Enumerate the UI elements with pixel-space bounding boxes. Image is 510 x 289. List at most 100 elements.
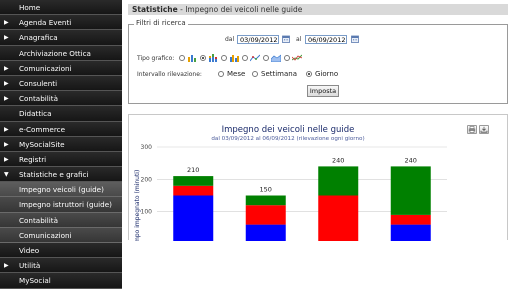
sidebar-item-label: Contabilità [19, 215, 58, 225]
y-axis-label: Tempo impegnato (minuti) [134, 170, 141, 241]
sidebar-item[interactable]: Impegno veicoli (guide) [0, 182, 122, 198]
sidebar-item-label: Agenda Eventi [19, 18, 72, 28]
chart-type-radio-6[interactable] [284, 55, 290, 61]
sidebar-item[interactable]: ▶ Contabilità [0, 91, 122, 107]
y-tick-label: 200 [141, 176, 153, 183]
chevron-right-icon: ▶ [4, 79, 9, 87]
chart-type-radio-5[interactable] [263, 55, 269, 61]
page-title: Impegno dei veicoli nelle guide [185, 5, 303, 14]
sidebar-nav: Home ▶ Agenda Eventi ▶ Anagrafica Archiviazio… [0, 0, 122, 289]
bar-total-label: 240 [332, 156, 344, 164]
chevron-right-icon: ▶ [4, 262, 9, 270]
chart-type-radio-4[interactable] [242, 55, 248, 61]
bar-total-label: 240 [405, 156, 417, 164]
interval-option-mese: Mese [227, 70, 246, 78]
sidebar-item[interactable]: Impegno istruttori (guide) [0, 197, 122, 213]
interval-option-giorno: Giorno [315, 70, 339, 78]
stacked-bar-chart-icon [209, 54, 217, 62]
bar-segment [173, 185, 214, 196]
scatter-chart-icon [250, 54, 260, 62]
bar-segment [390, 214, 431, 225]
interval-option-settimana: Settimana [261, 70, 298, 78]
sidebar-item-label: Registri [19, 154, 47, 164]
sidebar-item[interactable]: ▶ Comunicazioni [0, 60, 122, 76]
sidebar-item[interactable]: ▶ Anagrafica [0, 30, 122, 46]
sidebar-item[interactable]: Comunicazioni [0, 227, 122, 243]
sidebar-item[interactable]: ▶ Registri [0, 151, 122, 168]
date-to-label: al [296, 36, 302, 43]
bar-segment [245, 224, 286, 241]
imposta-button[interactable]: Imposta [307, 85, 339, 97]
main-content: Statistiche - Impegno dei veicoli nelle … [125, 0, 510, 241]
bar-segment [390, 224, 431, 241]
date-from-label: dal [225, 36, 235, 43]
sidebar-item[interactable]: ▶ Agenda Eventi [0, 15, 122, 31]
sidebar-item-label: Statistiche e grafici [19, 170, 89, 180]
bar-total-label: 210 [187, 166, 199, 174]
sidebar-item[interactable]: Video [0, 243, 122, 259]
interval-radio-giorno[interactable] [306, 71, 312, 77]
sidebar-item-label: Utilità [19, 261, 41, 271]
bar-segment [318, 166, 359, 196]
chevron-right-icon: ▶ [4, 64, 9, 72]
date-to-input[interactable]: 06/09/2012 [305, 35, 347, 44]
chevron-right-icon: ▶ [4, 155, 9, 163]
sidebar-item-label: MySocialSite [19, 139, 65, 149]
interval-radio-settimana[interactable] [252, 71, 258, 77]
sidebar-item-label: Video [19, 246, 40, 255]
sidebar-item-label: Home [19, 3, 41, 12]
sidebar-item[interactable]: ▶ e-Commerce [0, 121, 122, 137]
chevron-right-icon: ▶ [4, 140, 9, 148]
sidebar-item-label: Impegno veicoli (guide) [19, 185, 104, 195]
chart-type-radio-1[interactable] [179, 55, 185, 61]
bar-segment [390, 166, 431, 215]
bar-chart-icon [188, 55, 196, 62]
date-from-input[interactable]: 03/09/2012 [237, 35, 279, 44]
chevron-right-icon: ▶ [4, 125, 9, 133]
sidebar-item-label: MySocial [19, 276, 51, 286]
sidebar-item-label: Consulenti [19, 78, 58, 88]
chevron-right-icon: ▶ [4, 19, 9, 27]
chevron-down-icon: ▼ [4, 171, 9, 179]
bar-segment [245, 195, 286, 206]
sidebar-item[interactable]: MySocial [0, 273, 122, 289]
y-tick-label: 300 [141, 144, 153, 151]
bar-segment [173, 176, 214, 186]
interval-label: Intervallo rilevazione: [137, 71, 202, 78]
sidebar-item[interactable]: ▶ Utilità [0, 258, 122, 274]
calendar-to-icon[interactable] [351, 35, 359, 43]
bar-total-label: 150 [260, 186, 272, 194]
search-filters-box: Filtri di ricerca dal 03/09/2012 al 06/0… [128, 19, 508, 104]
interval-radio-mese[interactable] [218, 71, 224, 77]
sidebar-item-label: Anagrafica [19, 33, 58, 43]
bar-segment [318, 195, 359, 241]
sidebar-item-label: Archiviazione Ottica [19, 48, 91, 58]
y-tick-label: 100 [141, 209, 153, 216]
chart-type-radio-3[interactable] [221, 55, 227, 61]
sidebar-item-label: Comunicazioni [19, 230, 72, 240]
page-section: Statistiche [132, 5, 178, 14]
bar-segment [245, 205, 286, 225]
sidebar-item[interactable]: ▶ Consulenti [0, 75, 122, 92]
chevron-right-icon: ▶ [4, 95, 9, 103]
page-title-bar: Statistiche - Impegno dei veicoli nelle … [128, 4, 508, 15]
chart-type-radio-2[interactable] [200, 55, 206, 61]
sidebar-item-label: Comunicazioni [19, 63, 72, 73]
grouped-bar-chart-icon [230, 55, 239, 62]
calendar-from-icon[interactable] [282, 35, 290, 43]
sidebar-item[interactable]: Home [0, 0, 122, 16]
sidebar-item-label: Impegno istruttori (guide) [19, 200, 112, 210]
area-chart-icon [271, 54, 281, 62]
sidebar-item-label: Contabilità [19, 94, 58, 104]
chevron-right-icon: ▶ [4, 34, 9, 42]
sidebar-item[interactable]: Archiviazione Ottica [0, 45, 122, 61]
sidebar-item[interactable]: ▼ Statistiche e grafici [0, 167, 122, 183]
line-chart-icon [292, 54, 302, 61]
stacked-bar-chart: 100 200 300 Tempo impegnato (minuti) 210 150 2… [134, 144, 447, 241]
sidebar-item-label: Didattica [19, 109, 52, 119]
sidebar-item[interactable]: ▶ MySocialSite [0, 136, 122, 152]
chart-type-label: Tipo grafico: [137, 55, 175, 62]
sidebar-item[interactable]: Contabilità [0, 212, 122, 228]
bar-segment [173, 195, 214, 241]
sidebar-item[interactable]: Didattica [0, 106, 122, 122]
